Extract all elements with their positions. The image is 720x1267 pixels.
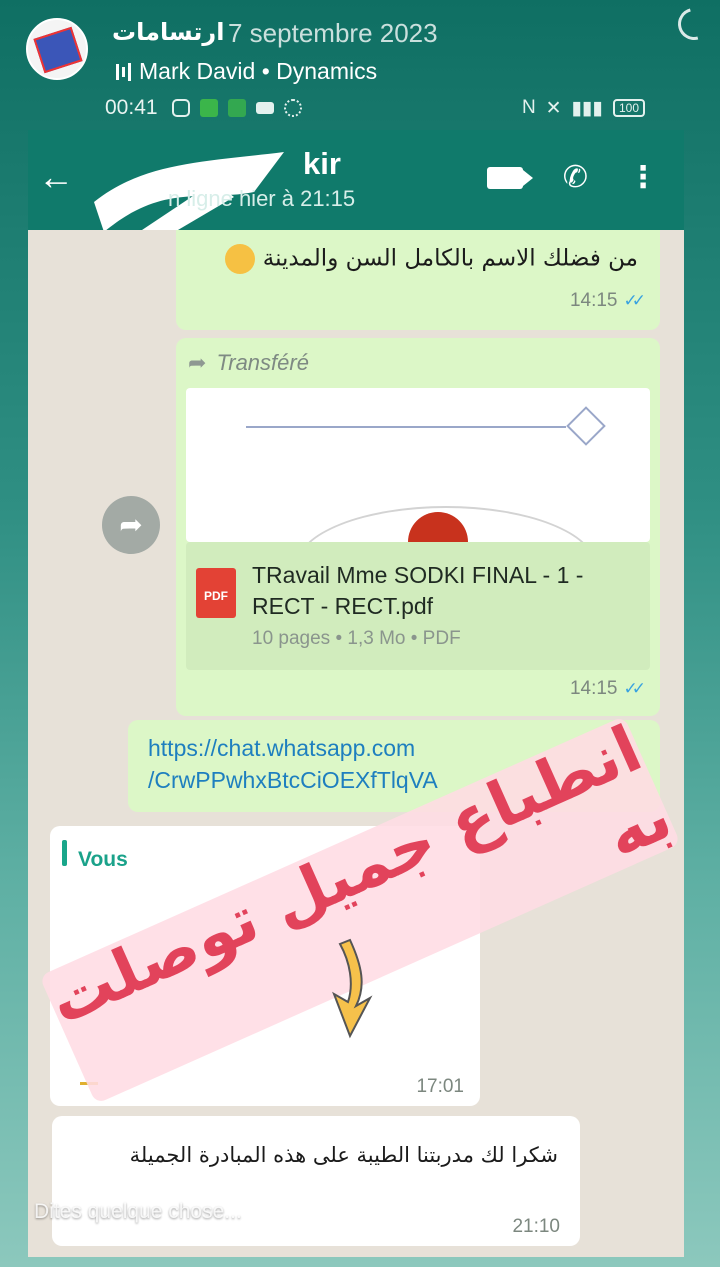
- smiling-face-hearts-icon: [225, 244, 256, 274]
- message-meta: 14:15 ✓✓: [569, 290, 646, 311]
- phone-status-bar: 00:41 N ✕ ▮▮▮ 100: [105, 92, 645, 124]
- message-outgoing[interactable]: من فضلك الاسم بالكامل السن والمدينة 14:1…: [176, 230, 660, 330]
- app-notification-icon: [199, 99, 218, 117]
- read-ticks-icon: ✓✓: [623, 291, 646, 310]
- more-options-icon[interactable]: ⋮: [628, 160, 658, 195]
- status-time: 00:41: [105, 96, 158, 119]
- message-time: 17:01: [416, 1076, 464, 1097]
- document-file-name: TRavail Mme SODKI FINAL - 1 - RECT - REC…: [252, 562, 584, 619]
- story-music-track[interactable]: Mark David • Dynamics: [116, 58, 377, 85]
- message-forwarded-document[interactable]: ➦ Transféré PDF TRavail Mme SODKI FINAL -…: [176, 338, 660, 716]
- mail-icon: [255, 102, 274, 114]
- story-date: 7 septembre 2023: [228, 18, 438, 48]
- preview-line: [246, 426, 566, 428]
- app-notification-icon-2: [227, 99, 246, 117]
- story-account-name[interactable]: ارتسامات: [112, 18, 224, 46]
- forwarded-arrow-icon: ➦: [188, 350, 207, 375]
- music-bars-icon: [116, 62, 131, 81]
- avatar-logo-image: [33, 26, 83, 74]
- forwarded-label: ➦ Transféré: [188, 350, 309, 375]
- message-incoming[interactable]: شكرا لك مدربتنا الطيبة على هذه المبادرة …: [52, 1116, 580, 1246]
- settings-icon: [283, 99, 302, 117]
- reply-input-placeholder[interactable]: Dites quelque chose...: [34, 1200, 242, 1224]
- voice-call-icon[interactable]: ✆: [563, 160, 588, 195]
- down-arrow-sticker-icon: [332, 938, 373, 1039]
- document-file-info: 10 pages • 1,3 Mo • PDF: [252, 628, 461, 649]
- read-ticks-icon: ✓✓: [623, 679, 646, 698]
- pdf-file-icon: PDF: [196, 568, 236, 618]
- message-time: 21:10: [512, 1216, 560, 1237]
- preview-diamond-shape: [566, 406, 606, 446]
- message-text: من فضلك الاسم بالكامل السن والمدينة: [225, 244, 638, 274]
- music-track-label: Mark David • Dynamics: [139, 58, 378, 84]
- instagram-icon: [171, 99, 190, 117]
- nfc-icon: N: [521, 97, 536, 118]
- message-text: شكرا لك مدربتنا الطيبة على هذه المبادرة …: [129, 1143, 558, 1167]
- quote-author: Vous: [78, 848, 128, 871]
- mute-icon: ✕: [545, 97, 562, 119]
- loading-spinner-icon: [672, 2, 716, 46]
- chat-app-bar: ← kir n ligne hier à 21:15 ✆ ⋮: [28, 130, 684, 250]
- account-avatar[interactable]: [26, 18, 88, 80]
- contact-last-seen: n ligne hier à 21:15: [168, 186, 356, 211]
- back-arrow-icon[interactable]: ←: [38, 156, 74, 198]
- document-file-card[interactable]: PDF TRavail Mme SODKI FINAL - 1 - RECT -…: [186, 542, 650, 670]
- document-preview[interactable]: [186, 388, 650, 542]
- video-call-icon[interactable]: [486, 166, 533, 189]
- signal-icon: ▮▮▮: [571, 97, 603, 119]
- message-meta: 14:15 ✓✓: [569, 678, 646, 699]
- quote-bar: [62, 840, 67, 866]
- contact-name[interactable]: kir: [303, 146, 341, 182]
- forward-button-icon[interactable]: ➦: [102, 496, 160, 554]
- story-header: ارتسامات 7 septembre 2023 Mark David • D…: [0, 0, 720, 100]
- battery-icon: 100: [612, 99, 645, 117]
